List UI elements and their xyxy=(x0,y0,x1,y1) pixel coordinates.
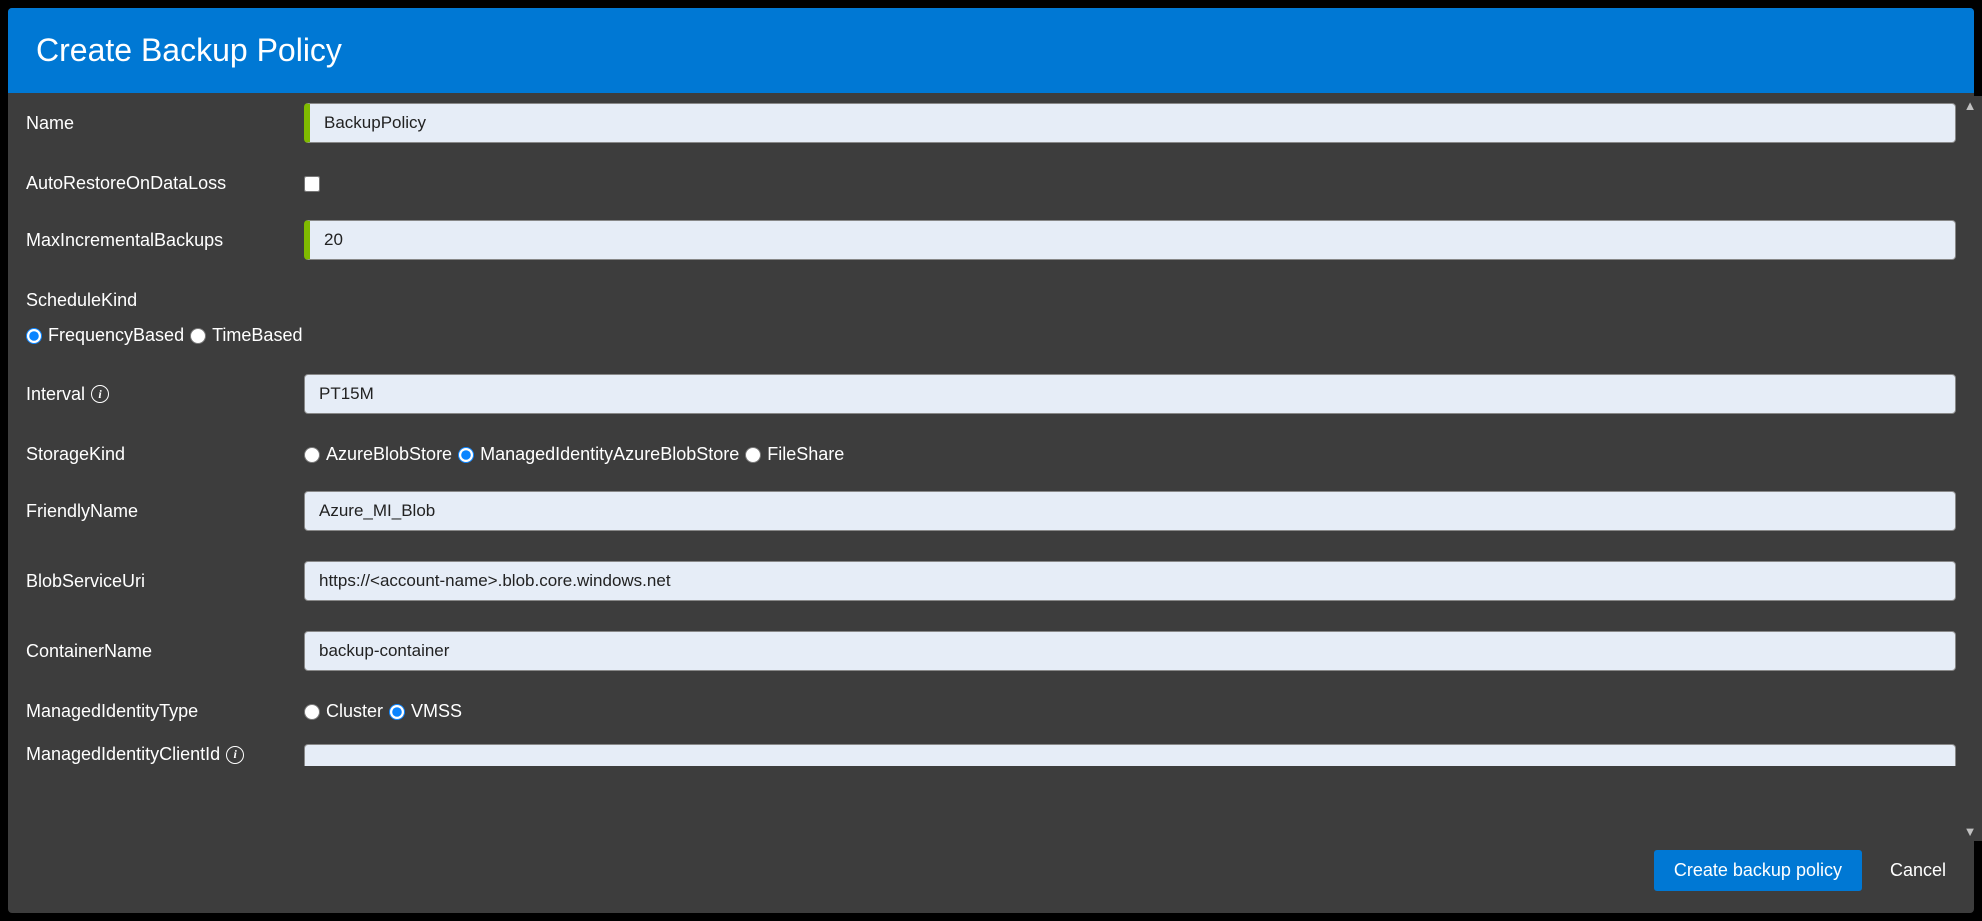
managed-identity-type-group: Cluster VMSS xyxy=(304,701,466,722)
scroll-down-icon[interactable]: ▼ xyxy=(1964,822,1974,841)
mit-cluster-label: Cluster xyxy=(326,701,383,722)
mit-vmss-radio[interactable] xyxy=(389,704,405,720)
max-incremental-input[interactable] xyxy=(304,220,1956,260)
auto-restore-checkbox[interactable] xyxy=(304,176,320,192)
name-input[interactable] xyxy=(304,103,1956,143)
schedule-kind-label: ScheduleKind xyxy=(26,290,1956,311)
mit-vmss-label: VMSS xyxy=(411,701,462,722)
blob-uri-label: BlobServiceUri xyxy=(26,571,304,592)
scroll-up-icon[interactable]: ▲ xyxy=(1964,96,1974,115)
container-name-label: ContainerName xyxy=(26,641,304,662)
create-button[interactable]: Create backup policy xyxy=(1654,850,1862,891)
managed-identity-clientid-label: ManagedIdentityClientId xyxy=(26,744,220,765)
friendly-name-input[interactable] xyxy=(304,491,1956,531)
blob-uri-input[interactable] xyxy=(304,561,1956,601)
managed-identity-clientid-input[interactable] xyxy=(304,744,1956,766)
auto-restore-label: AutoRestoreOnDataLoss xyxy=(26,173,304,194)
friendly-name-label: FriendlyName xyxy=(26,501,304,522)
max-incremental-label: MaxIncrementalBackups xyxy=(26,230,304,251)
info-icon[interactable]: i xyxy=(91,385,109,403)
scrollbar[interactable]: ▲ ▼ xyxy=(1958,96,1974,841)
info-icon[interactable]: i xyxy=(226,746,244,764)
interval-input[interactable] xyxy=(304,374,1956,414)
interval-label: Interval xyxy=(26,384,85,405)
mit-cluster-radio[interactable] xyxy=(304,704,320,720)
schedule-frequency-label: FrequencyBased xyxy=(48,325,184,346)
storage-fileshare-label: FileShare xyxy=(767,444,844,465)
modal-footer: Create backup policy Cancel xyxy=(8,832,1974,913)
container-name-input[interactable] xyxy=(304,631,1956,671)
managed-identity-type-label: ManagedIdentityType xyxy=(26,701,304,722)
create-backup-policy-modal: Create Backup Policy Name AutoRestoreOnD… xyxy=(8,8,1974,913)
schedule-time-label: TimeBased xyxy=(212,325,302,346)
storage-mi-azureblob-label: ManagedIdentityAzureBlobStore xyxy=(480,444,739,465)
cancel-button[interactable]: Cancel xyxy=(1890,860,1946,881)
schedule-frequency-radio[interactable] xyxy=(26,328,42,344)
storage-azureblob-radio[interactable] xyxy=(304,447,320,463)
schedule-time-radio[interactable] xyxy=(190,328,206,344)
name-label: Name xyxy=(26,113,304,134)
storage-mi-azureblob-radio[interactable] xyxy=(458,447,474,463)
schedule-kind-group: FrequencyBased TimeBased xyxy=(26,325,1956,346)
modal-title: Create Backup Policy xyxy=(8,8,1974,93)
storage-fileshare-radio[interactable] xyxy=(745,447,761,463)
modal-body: Name AutoRestoreOnDataLoss MaxIncrementa… xyxy=(8,93,1974,832)
storage-kind-label: StorageKind xyxy=(26,444,304,465)
storage-kind-group: AzureBlobStore ManagedIdentityAzureBlobS… xyxy=(304,444,848,465)
storage-azureblob-label: AzureBlobStore xyxy=(326,444,452,465)
